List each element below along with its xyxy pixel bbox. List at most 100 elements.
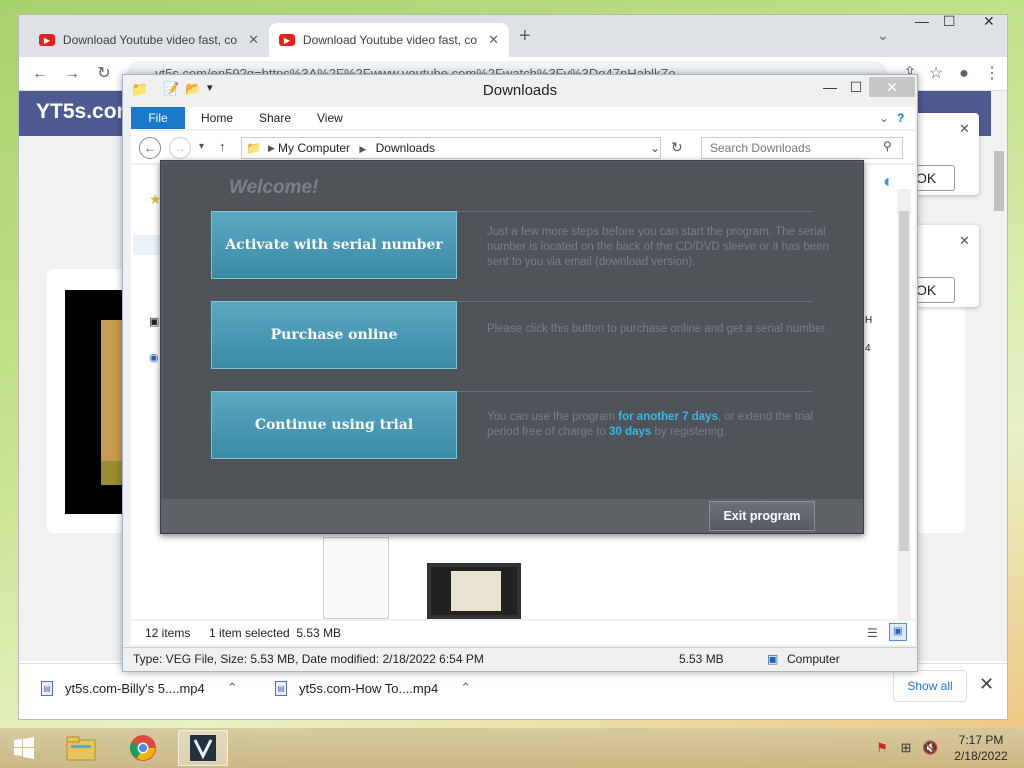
option-description: Just a few more steps before you can sta… (487, 226, 829, 268)
file-explorer-taskbar-button[interactable] (56, 730, 106, 766)
close-tab-icon[interactable]: ✕ (488, 32, 499, 48)
forward-button[interactable]: → (61, 63, 83, 85)
vegas-taskbar-button[interactable] (178, 730, 228, 766)
address-row: ← → ▾ ↑ 📁 ▶ My Computer ▶ Downloads ⌄ ↻ … (131, 131, 915, 163)
option-description: You can use the program for another 7 da… (487, 410, 831, 440)
close-window-button[interactable]: ✕ (983, 13, 995, 30)
video-file-icon: ▤ (41, 680, 53, 696)
site-logo[interactable]: YT5s.com (36, 100, 135, 124)
option-description: Please click this button to purchase onl… (487, 323, 828, 335)
video-file-icon[interactable] (427, 563, 521, 619)
forward-button[interactable]: → (169, 137, 191, 159)
chevron-right-icon: ▶ (268, 143, 275, 153)
file-details: Type: VEG File, Size: 5.53 MB, Date modi… (133, 652, 484, 666)
download-item[interactable]: ▤ yt5s.com-How To....mp4 ⌃ (275, 676, 471, 700)
bookmark-star-icon[interactable]: ☆ (925, 63, 947, 85)
details-view-icon[interactable]: ☰ (867, 621, 878, 645)
divider (457, 211, 813, 212)
download-filename: yt5s.com-Billy's 5....mp4 (65, 680, 205, 696)
chrome-taskbar-button[interactable] (118, 730, 168, 766)
reload-button[interactable]: ↻ (93, 63, 115, 85)
help-icon[interactable]: ? (897, 107, 904, 129)
tab-title: Download Youtube video fast, co (302, 33, 478, 47)
minimize-button[interactable]: — (819, 79, 841, 97)
scrollbar-thumb[interactable] (994, 151, 1004, 211)
desc-text: by registering. (651, 426, 727, 438)
activate-serial-button[interactable]: Activate with serial number (211, 211, 457, 279)
chevron-up-icon[interactable]: ⌃ (460, 680, 471, 696)
youtube-favicon-icon: ▶ (39, 34, 55, 46)
start-button[interactable] (0, 730, 48, 766)
clock-time: 7:17 PM (958, 733, 1004, 747)
large-icons-view-icon[interactable]: ▣ (889, 623, 907, 641)
tab-home[interactable]: Home (201, 107, 233, 129)
tab-title: Download Youtube video fast, co (62, 33, 238, 47)
system-clock[interactable]: 7:17 PM 2/18/2022 (946, 732, 1016, 764)
scrollbar-thumb[interactable] (899, 211, 909, 551)
video-thumbnail (451, 571, 501, 611)
minimize-button[interactable]: — (915, 13, 929, 29)
tab-share[interactable]: Share (259, 107, 291, 129)
profile-avatar-icon[interactable]: ● (953, 63, 975, 85)
refresh-icon[interactable]: ↻ (671, 139, 683, 156)
divider (457, 391, 813, 392)
trial-days-highlight: for another 7 days (618, 411, 718, 423)
download-filename: yt5s.com-How To....mp4 (299, 680, 439, 696)
details-bar: Type: VEG File, Size: 5.53 MB, Date modi… (123, 647, 917, 671)
preview-pane-icon[interactable]: ◐ (883, 171, 894, 192)
continue-trial-button[interactable]: Continue using trial (211, 391, 457, 459)
computer-icon[interactable]: ▣ (149, 315, 159, 328)
desc-text: You can use the program (487, 411, 619, 423)
download-item[interactable]: ▤ yt5s.com-Billy's 5....mp4 ⌃ (41, 676, 238, 700)
youtube-favicon-icon: ▶ (279, 34, 295, 46)
tab-search-button[interactable]: ⌄ (877, 27, 889, 44)
search-icon: ⚲ (883, 139, 892, 153)
back-button[interactable]: ← (29, 63, 51, 85)
explorer-titlebar: 📁 📝 📂 ▾ Downloads — ☐ ✕ (123, 75, 917, 105)
network-icon[interactable]: ⊞ (898, 740, 914, 756)
close-icon[interactable]: ✕ (959, 121, 970, 137)
item-count: 12 items (145, 626, 191, 640)
recent-locations-icon[interactable]: ▾ (199, 141, 204, 152)
exit-program-button[interactable]: Exit program (709, 501, 815, 531)
close-icon[interactable]: ✕ (959, 233, 970, 249)
extended-days-highlight: 30 days (609, 426, 652, 438)
network-icon[interactable]: ◉ (149, 351, 159, 364)
chevron-right-icon: ▶ (359, 144, 367, 154)
file-label: H (865, 315, 873, 326)
taskbar: ⚑ ⊞ 🔇 7:17 PM 2/18/2022 (0, 728, 1024, 768)
purchase-online-button[interactable]: Purchase online (211, 301, 457, 369)
maximize-button[interactable]: ☐ (845, 79, 867, 97)
back-button[interactable]: ← (139, 137, 161, 159)
file-location: Computer (787, 652, 840, 666)
chevron-down-icon[interactable]: ⌄ (650, 138, 660, 158)
browser-tab-active[interactable]: ▶ Download Youtube video fast, co ✕ (269, 23, 509, 57)
close-tab-icon[interactable]: ✕ (248, 32, 259, 48)
close-window-button[interactable]: ✕ (869, 77, 915, 97)
volume-muted-icon[interactable]: 🔇 (922, 740, 938, 756)
location-folder-icon: 📁 (246, 141, 261, 155)
new-tab-button[interactable]: + (519, 25, 531, 48)
computer-icon: ▣ (767, 652, 779, 666)
search-input[interactable]: Search Downloads (701, 137, 903, 159)
address-box[interactable]: 📁 ▶ My Computer ▶ Downloads ⌄ (241, 137, 661, 159)
clock-date: 2/18/2022 (954, 749, 1008, 763)
page-scrollbar[interactable] (991, 91, 1007, 661)
video-file-icon: ▤ (275, 680, 287, 696)
breadcrumb-item[interactable]: My Computer (278, 141, 350, 155)
tab-view[interactable]: View (317, 107, 343, 129)
browser-tab[interactable]: ▶ Download Youtube video fast, co ✕ (29, 23, 269, 57)
expand-ribbon-icon[interactable]: ⌄ (879, 107, 889, 129)
menu-kebab-icon[interactable]: ⋮ (981, 63, 1003, 85)
maximize-button[interactable]: ☐ (943, 13, 956, 30)
show-all-button[interactable]: Show all (893, 670, 967, 702)
document-file-icon[interactable] (323, 537, 389, 619)
chrome-icon (130, 735, 156, 761)
breadcrumb-item[interactable]: Downloads (376, 141, 435, 155)
file-size: 5.53 MB (679, 652, 724, 666)
close-downloads-bar-button[interactable]: ✕ (979, 674, 994, 695)
action-center-flag-icon[interactable]: ⚑ (874, 740, 890, 756)
chevron-up-icon[interactable]: ⌃ (227, 680, 238, 696)
up-arrow-icon[interactable]: ↑ (219, 139, 226, 154)
tab-file[interactable]: File (131, 107, 185, 129)
